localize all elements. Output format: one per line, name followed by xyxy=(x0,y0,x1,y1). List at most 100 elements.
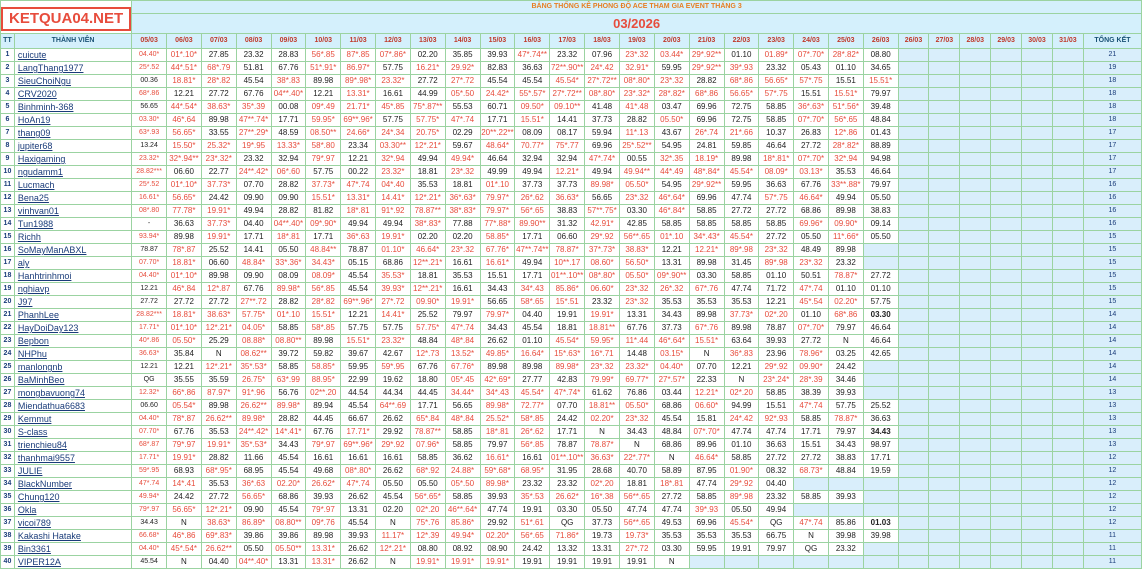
member-name-link[interactable]: vicoi789 xyxy=(13,516,133,530)
score-cell: 44.34 xyxy=(375,386,411,400)
score-cell: 27.72 xyxy=(200,87,237,101)
member-name-link[interactable]: Miendathua6683 xyxy=(13,399,133,413)
score-cell: N xyxy=(723,373,760,387)
header-date: 19/03 xyxy=(618,33,655,49)
score-cell xyxy=(990,269,1023,283)
member-name-link[interactable]: vinhvan01 xyxy=(13,204,133,218)
table-row: 15 Richh 93.94* 89.98 19.91* 17.71 18*.81 17.71… xyxy=(0,230,1142,244)
member-name-link[interactable]: nghiavp xyxy=(13,282,133,296)
member-name-link[interactable]: ngudamm1 xyxy=(13,165,133,179)
score-cell xyxy=(1051,542,1084,556)
score-cell: QG xyxy=(793,542,829,556)
score-cell: 68*.86 xyxy=(827,308,864,322)
member-name-link[interactable]: thanhmai9557 xyxy=(13,451,133,465)
member-name-link[interactable]: NHPhu xyxy=(13,347,133,361)
member-name-link[interactable]: S-class xyxy=(13,425,133,439)
score-cell xyxy=(1051,373,1084,387)
member-name-link[interactable]: JULIE xyxy=(13,464,133,478)
score-cell: 36.63* xyxy=(584,451,620,465)
score-cell: N xyxy=(375,555,411,569)
member-name-link[interactable]: PhanhLee xyxy=(13,308,133,322)
score-cell xyxy=(897,425,930,439)
member-name-link[interactable]: Tun1988 xyxy=(13,217,133,231)
score-cell: 58.85 xyxy=(723,451,760,465)
score-cell: 35.53 xyxy=(409,178,446,192)
member-name-link[interactable]: Haxigaming xyxy=(13,152,133,166)
score-cell: 19.73 xyxy=(584,529,620,543)
member-name-link[interactable]: J97 xyxy=(13,295,133,309)
score-cell: 32*.94** xyxy=(166,152,202,166)
score-cell xyxy=(1021,113,1053,127)
member-name-link[interactable]: manlongnb xyxy=(13,360,133,374)
member-name-link[interactable]: aly xyxy=(13,256,133,270)
site-logo[interactable]: KETQUA04.NET xyxy=(1,7,131,31)
score-cell xyxy=(990,555,1023,569)
member-name-link[interactable]: Okla xyxy=(13,503,133,517)
member-name-link[interactable]: Bin3361 xyxy=(13,542,133,556)
score-cell: 28.82 xyxy=(618,113,655,127)
row-index: 16 xyxy=(0,243,15,257)
member-name-link[interactable]: Lucmach xyxy=(13,178,133,192)
score-cell: N xyxy=(166,516,202,530)
member-name-link[interactable]: BaMinhBeo xyxy=(13,373,133,387)
total-cell: 18 xyxy=(1082,87,1142,101)
score-cell: 01*.10* xyxy=(166,269,202,283)
score-cell: 14.41* xyxy=(375,191,411,205)
member-name-link[interactable]: Richh xyxy=(13,230,133,244)
score-cell: 35.53* xyxy=(375,269,411,283)
score-cell: 45.54 xyxy=(340,282,376,296)
score-cell: 22.77 xyxy=(200,165,237,179)
member-name-link[interactable]: SieuChoiNgu xyxy=(13,74,133,88)
member-name-link[interactable]: thang09 xyxy=(13,126,133,140)
score-cell: 27.72 xyxy=(793,451,829,465)
score-cell: 47*.74* xyxy=(549,386,586,400)
member-name-link[interactable]: Bepbon xyxy=(13,334,133,348)
score-cell: 78.87 xyxy=(758,321,795,335)
member-name-link[interactable]: HayDoiDay123 xyxy=(13,321,133,335)
score-cell: 01.90* xyxy=(723,464,760,478)
member-name-link[interactable]: BlackNumber xyxy=(13,477,133,491)
header-date: 22/03 xyxy=(723,33,760,49)
member-name-link[interactable]: mongbavuong74 xyxy=(13,386,133,400)
score-cell: 75*.77 xyxy=(549,139,586,153)
score-cell: 49.94 xyxy=(827,191,864,205)
score-cell: 92*.93 xyxy=(758,412,795,426)
member-name-link[interactable]: Kakashi Hatake xyxy=(13,529,133,543)
score-cell: 13.33* xyxy=(270,139,307,153)
score-cell: 15.51 xyxy=(793,87,829,101)
score-cell xyxy=(959,321,992,335)
score-cell: 01*.10 xyxy=(479,178,516,192)
score-cell: 59.95 xyxy=(723,178,760,192)
member-name-link[interactable]: CRV2020 xyxy=(13,87,133,101)
member-name-link[interactable]: Bena25 xyxy=(13,191,133,205)
member-name-link[interactable]: Binhminh-368 xyxy=(13,100,133,114)
member-name-link[interactable]: Chung120 xyxy=(13,490,133,504)
total-cell: 18 xyxy=(1082,113,1142,127)
score-cell: 57.75 xyxy=(375,113,411,127)
score-cell: 56.65* xyxy=(758,74,795,88)
score-cell: 34.65 xyxy=(862,61,899,75)
member-name-link[interactable]: Kemmut xyxy=(13,412,133,426)
score-cell: 39.86 xyxy=(235,529,272,543)
member-name-link[interactable]: LangThang1977 xyxy=(13,61,133,75)
header-date: 29/03 xyxy=(990,33,1023,49)
score-cell xyxy=(959,464,992,478)
member-name-link[interactable]: Hanhtrinhmoi xyxy=(13,269,133,283)
member-name-link[interactable]: jupiter68 xyxy=(13,139,133,153)
score-cell: 67.76* xyxy=(444,360,481,374)
member-name-link[interactable]: trienchieu84 xyxy=(13,438,133,452)
member-name-link[interactable]: SoMayManABXL xyxy=(13,243,133,257)
score-cell: 26.62 xyxy=(375,464,411,478)
score-cell: 57.75 xyxy=(862,295,899,309)
member-name-link[interactable]: HoAn19 xyxy=(13,113,133,127)
score-cell: 13.32 xyxy=(549,542,586,556)
score-cell: 12*.21* xyxy=(409,191,446,205)
score-cell xyxy=(1021,399,1053,413)
score-cell: 27**.72 xyxy=(235,295,272,309)
score-cell: 28.82 xyxy=(688,74,725,88)
table-row: 20 J97 27.72 27.72 27.72 27**.72 28.82 28*.82 69… xyxy=(0,295,1142,309)
score-cell xyxy=(1021,61,1053,75)
member-name-link[interactable]: VIPER12A xyxy=(13,555,133,569)
score-cell: 17.71 xyxy=(514,269,551,283)
member-name-link[interactable]: cuicute xyxy=(13,48,133,62)
